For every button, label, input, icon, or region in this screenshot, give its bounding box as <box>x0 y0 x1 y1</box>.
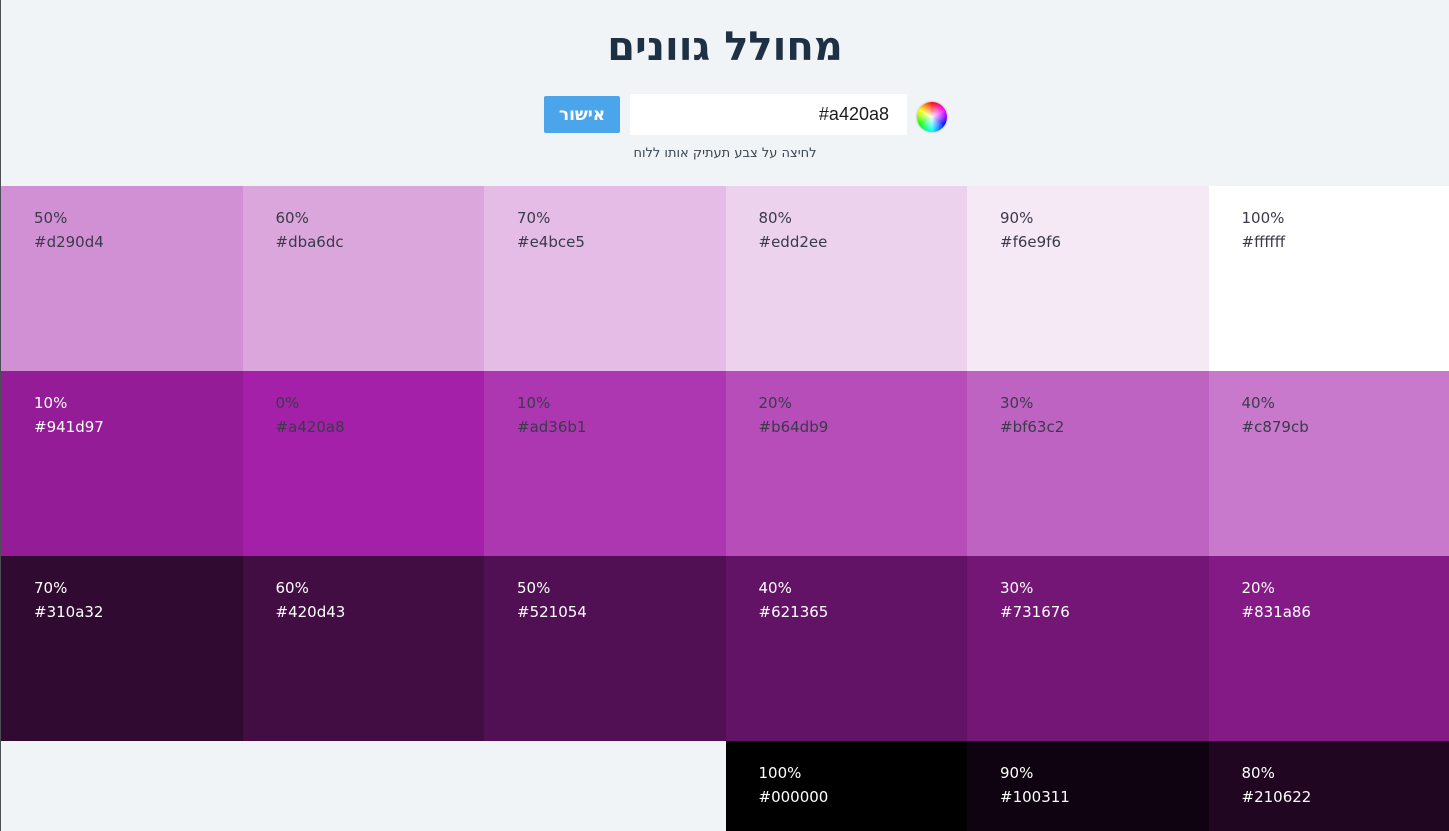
color-swatch[interactable]: 80% #210622 <box>1208 741 1449 831</box>
color-swatch[interactable]: 100% #000000 <box>725 741 967 831</box>
color-swatch[interactable]: 50% #521054 <box>484 556 726 741</box>
swatch-hex: #bf63c2 <box>1000 418 1065 436</box>
swatch-percent: 100% <box>1241 209 1285 227</box>
swatch-hex: #d290d4 <box>34 233 104 251</box>
swatch-hex: #ffffff <box>1241 233 1286 251</box>
swatch-hex: #ad36b1 <box>517 418 587 436</box>
swatch-percent: 100% <box>758 764 802 782</box>
swatch-hex: #000000 <box>758 788 829 806</box>
color-swatch[interactable]: 10% #941d97 <box>1 371 243 556</box>
swatch-percent: 50% <box>34 209 68 227</box>
swatch-hex: #521054 <box>517 603 587 621</box>
color-swatch[interactable]: 80% #edd2ee <box>725 186 967 371</box>
swatch-percent: 30% <box>1000 579 1034 597</box>
swatch-hex: #420d43 <box>275 603 346 621</box>
swatch-percent: 60% <box>275 579 309 597</box>
swatch-hex: #100311 <box>1000 788 1070 806</box>
swatch-hex: #a420a8 <box>275 418 345 436</box>
swatch-placeholder <box>243 741 485 831</box>
color-swatch[interactable]: 20% #831a86 <box>1208 556 1449 741</box>
color-swatch[interactable]: 20% #b64db9 <box>725 371 967 556</box>
swatch-percent: 30% <box>1000 394 1034 412</box>
swatch-percent: 10% <box>517 394 551 412</box>
swatch-percent: 70% <box>517 209 551 227</box>
swatch-hex: #dba6dc <box>275 233 344 251</box>
confirm-button[interactable]: אישור <box>544 96 620 133</box>
swatch-row: 10% #941d97 0% #a420a8 10% #ad36b1 20% #b64db9 3… <box>1 371 1449 556</box>
swatch-percent: 60% <box>275 209 309 227</box>
color-swatch[interactable]: 40% #c879cb <box>1208 371 1449 556</box>
swatch-percent: 40% <box>758 579 792 597</box>
color-swatch[interactable]: 60% #420d43 <box>242 556 484 741</box>
swatch-percent: 10% <box>34 394 68 412</box>
copy-hint: לחיצה על צבע תעתיק אותו ללוח <box>633 146 817 161</box>
swatch-hex: #621365 <box>758 603 829 621</box>
color-swatch[interactable]: 0% #a420a8 <box>242 371 484 556</box>
swatch-hex: #310a32 <box>34 603 104 621</box>
color-swatch[interactable]: 100% #ffffff <box>1208 186 1449 371</box>
swatch-percent: 40% <box>1241 394 1275 412</box>
color-swatch[interactable]: 70% #310a32 <box>1 556 243 741</box>
swatch-hex: #f6e9f6 <box>1000 233 1061 251</box>
color-swatch[interactable]: 90% #f6e9f6 <box>967 186 1209 371</box>
color-swatch[interactable]: 50% #d290d4 <box>1 186 243 371</box>
page: מחולל גוונים אישור לחיצה על צבע תעתיק או… <box>0 0 1449 831</box>
swatch-percent: 0% <box>275 394 300 412</box>
header: מחולל גוונים אישור לחיצה על צבע תעתיק או… <box>1 0 1449 186</box>
color-swatch[interactable]: 30% #731676 <box>967 556 1209 741</box>
swatch-hex: #c879cb <box>1241 418 1309 436</box>
swatch-percent: 20% <box>1241 579 1275 597</box>
swatch-hex: #731676 <box>1000 603 1070 621</box>
color-swatch[interactable]: 40% #621365 <box>725 556 967 741</box>
swatch-percent: 80% <box>758 209 792 227</box>
swatch-percent: 50% <box>517 579 551 597</box>
color-swatch[interactable]: 30% #bf63c2 <box>967 371 1209 556</box>
swatch-percent: 80% <box>1241 764 1275 782</box>
swatch-percent: 90% <box>1000 209 1034 227</box>
swatch-percent: 20% <box>758 394 792 412</box>
swatch-hex: #831a86 <box>1241 603 1311 621</box>
swatch-hex: #edd2ee <box>758 233 828 251</box>
color-swatch[interactable]: 90% #100311 <box>967 741 1209 831</box>
swatch-placeholder <box>484 741 726 831</box>
swatch-row: 70% #310a32 60% #420d43 50% #521054 40% #621365… <box>1 556 1449 741</box>
swatch-hex: #941d97 <box>34 418 104 436</box>
swatch-placeholder <box>1 741 243 831</box>
swatch-percent: 90% <box>1000 764 1034 782</box>
swatch-grid: 50% #d290d4 60% #dba6dc 70% #e4bce5 80% #edd2ee… <box>1 186 1449 831</box>
swatch-row: 50% #d290d4 60% #dba6dc 70% #e4bce5 80% #edd2ee… <box>1 186 1449 371</box>
page-title: מחולל גוונים <box>607 24 843 70</box>
color-wheel-icon[interactable] <box>917 102 947 132</box>
color-swatch[interactable]: 60% #dba6dc <box>242 186 484 371</box>
swatch-row: 100% #000000 90% #100311 80% #210622 <box>1 741 1449 831</box>
color-swatch[interactable]: 70% #e4bce5 <box>484 186 726 371</box>
color-input[interactable] <box>630 94 907 135</box>
swatch-percent: 70% <box>34 579 68 597</box>
color-swatch[interactable]: 10% #ad36b1 <box>484 371 726 556</box>
swatch-hex: #e4bce5 <box>517 233 585 251</box>
swatch-hex: #b64db9 <box>758 418 829 436</box>
swatch-hex: #210622 <box>1241 788 1312 806</box>
